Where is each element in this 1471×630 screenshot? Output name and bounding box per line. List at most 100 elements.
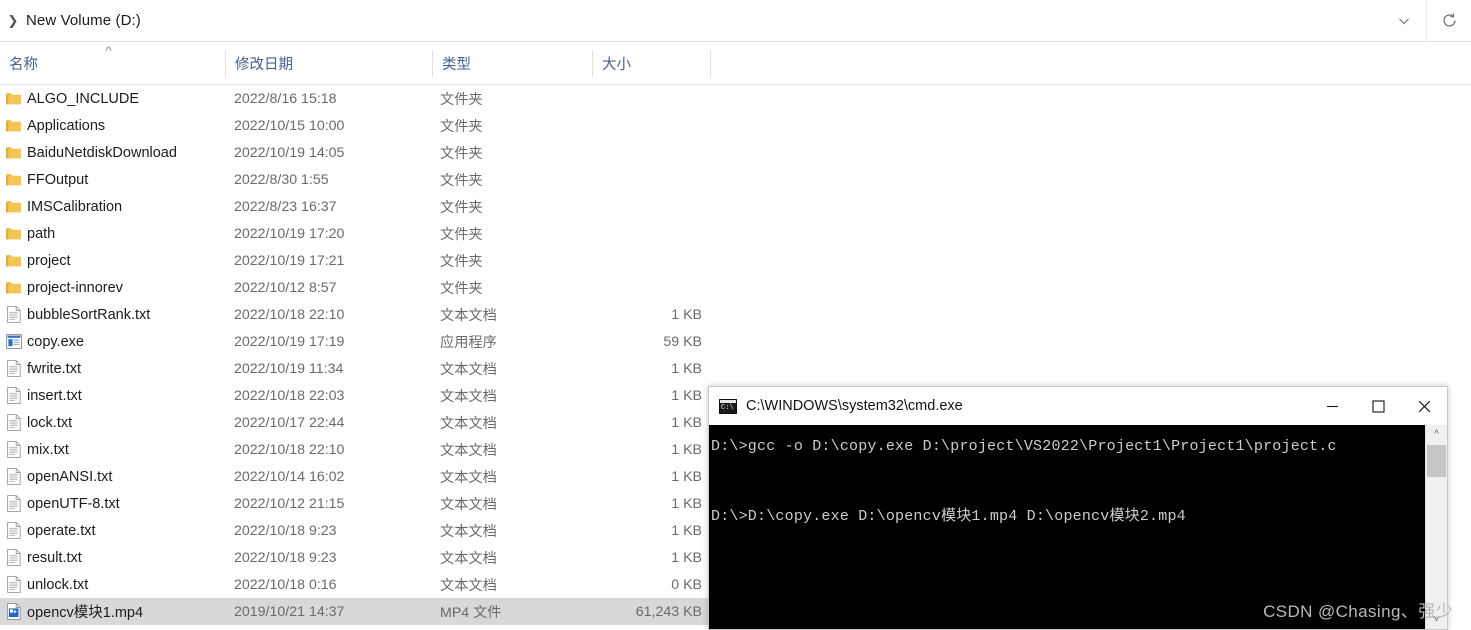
file-row[interactable]: BaiduNetdiskDownload 2022/10/19 14:05 文件夹 <box>0 139 711 166</box>
folder-icon <box>0 280 27 295</box>
maximize-icon <box>1371 399 1385 413</box>
file-type-cell: 文本文档 <box>440 361 497 378</box>
column-header-type-label: 类型 <box>442 56 471 73</box>
file-type-cell: 文本文档 <box>440 442 497 459</box>
chevron-up-icon[interactable]: ^ <box>1426 425 1447 444</box>
file-date-cell: 2022/10/14 16:02 <box>234 468 345 485</box>
cmd-window-controls <box>1309 387 1447 425</box>
file-size-cell: 1 KB <box>671 387 702 404</box>
scrollbar-thumb[interactable] <box>1427 445 1446 477</box>
address-bar[interactable]: ❯ New Volume (D:) <box>0 0 1471 42</box>
file-date-cell: 2022/10/18 22:10 <box>234 441 345 458</box>
file-row[interactable]: result.txt 2022/10/18 9:23 文本文档 1 KB <box>0 544 711 571</box>
file-row[interactable]: opencv模块1.mp4 2019/10/21 14:37 MP4 文件 61,24… <box>0 598 711 625</box>
close-button[interactable] <box>1401 387 1447 425</box>
file-row[interactable]: IMSCalibration 2022/8/23 16:37 文件夹 <box>0 193 711 220</box>
refresh-icon[interactable] <box>1427 0 1471 41</box>
file-row[interactable]: unlock.txt 2022/10/18 0:16 文本文档 0 KB <box>0 571 711 598</box>
file-type-cell: MP4 文件 <box>440 604 502 621</box>
column-header-type[interactable]: 类型 <box>433 42 592 84</box>
file-date-cell: 2022/8/30 1:55 <box>234 171 329 188</box>
file-row[interactable]: mix.txt 2022/10/18 22:10 文本文档 1 KB <box>0 436 711 463</box>
file-name-label: fwrite.txt <box>27 360 81 377</box>
file-name-cell: opencv模块1.mp4 <box>0 598 225 625</box>
file-name-label: IMSCalibration <box>27 198 123 215</box>
file-date-cell: 2022/10/12 21:15 <box>234 495 345 512</box>
chevron-right-icon[interactable]: ❯ <box>0 14 26 27</box>
file-row[interactable]: FFOutput 2022/8/30 1:55 文件夹 <box>0 166 711 193</box>
file-size-cell: 1 KB <box>671 360 702 377</box>
column-header-date-label: 修改日期 <box>235 56 293 73</box>
file-name-cell: path <box>0 220 225 247</box>
file-name-cell: project <box>0 247 225 274</box>
file-date-cell: 2022/10/19 17:20 <box>234 225 345 242</box>
file-type-cell: 文件夹 <box>440 253 483 270</box>
file-row[interactable]: copy.exe 2022/10/19 17:19 应用程序 59 KB <box>0 328 711 355</box>
cmd-title-bar[interactable]: C:\WINDOWS\system32\cmd.exe <box>709 387 1447 426</box>
close-icon <box>1418 400 1430 412</box>
file-row[interactable]: operate.txt 2022/10/18 9:23 文本文档 1 KB <box>0 517 711 544</box>
file-date-cell: 2022/10/18 22:10 <box>234 306 345 323</box>
file-row[interactable]: openANSI.txt 2022/10/14 16:02 文本文档 1 KB <box>0 463 711 490</box>
folder-icon <box>0 118 27 133</box>
minimize-button[interactable] <box>1309 387 1355 425</box>
folder-icon <box>0 253 27 268</box>
file-size-cell: 1 KB <box>671 522 702 539</box>
file-date-cell: 2022/8/23 16:37 <box>234 198 337 215</box>
file-name-cell: openUTF-8.txt <box>0 490 225 517</box>
text-file-icon <box>0 306 27 323</box>
file-name-label: result.txt <box>27 549 82 566</box>
file-row[interactable]: project-innorev 2022/10/12 8:57 文件夹 <box>0 274 711 301</box>
folder-icon <box>0 91 27 106</box>
file-type-cell: 文本文档 <box>440 307 497 324</box>
file-name-label: ALGO_INCLUDE <box>27 90 140 107</box>
file-name-label: path <box>27 225 56 242</box>
file-name-cell: lock.txt <box>0 409 225 436</box>
text-file-icon <box>0 495 27 512</box>
file-size-cell: 1 KB <box>671 495 702 512</box>
column-header-row: 名称 修改日期 类型 大小 <box>0 42 1471 85</box>
maximize-button[interactable] <box>1355 387 1401 425</box>
file-name-label: unlock.txt <box>27 576 89 593</box>
file-name-cell: fwrite.txt <box>0 355 225 382</box>
file-type-cell: 文本文档 <box>440 577 497 594</box>
file-name-cell: bubbleSortRank.txt <box>0 301 225 328</box>
file-row[interactable]: ALGO_INCLUDE 2022/8/16 15:18 文件夹 <box>0 85 711 112</box>
file-size-cell: 61,243 KB <box>635 603 702 620</box>
file-row[interactable]: Applications 2022/10/15 10:00 文件夹 <box>0 112 711 139</box>
chevron-down-icon[interactable] <box>1382 0 1426 41</box>
file-type-cell: 文本文档 <box>440 415 497 432</box>
column-divider[interactable] <box>710 50 711 77</box>
file-type-cell: 文件夹 <box>440 91 483 108</box>
file-row[interactable]: project 2022/10/19 17:21 文件夹 <box>0 247 711 274</box>
file-row[interactable]: bubbleSortRank.txt 2022/10/18 22:10 文本文档 1 … <box>0 301 711 328</box>
cmd-window[interactable]: C:\WINDOWS\system32\cmd.exe D:\>gcc -o D… <box>708 386 1448 630</box>
file-date-cell: 2022/10/15 10:00 <box>234 117 345 134</box>
file-size-cell: 1 KB <box>671 306 702 323</box>
refresh-glyph <box>1442 13 1456 27</box>
file-row[interactable]: fwrite.txt 2022/10/19 11:34 文本文档 1 KB <box>0 355 711 382</box>
file-date-cell: 2022/10/19 14:05 <box>234 144 345 161</box>
address-bar-actions <box>1382 0 1471 41</box>
file-name-label: mix.txt <box>27 441 69 458</box>
folder-icon <box>0 145 27 160</box>
file-name-label: BaiduNetdiskDownload <box>27 144 177 161</box>
file-row[interactable]: path 2022/10/19 17:20 文件夹 <box>0 220 711 247</box>
file-row[interactable]: lock.txt 2022/10/17 22:44 文本文档 1 KB <box>0 409 711 436</box>
file-type-cell: 文件夹 <box>440 226 483 243</box>
file-name-cell: result.txt <box>0 544 225 571</box>
file-type-cell: 文件夹 <box>440 145 483 162</box>
file-name-label: project-innorev <box>27 279 123 296</box>
file-row[interactable]: openUTF-8.txt 2022/10/12 21:15 文本文档 1 KB <box>0 490 711 517</box>
file-date-cell: 2022/10/19 17:21 <box>234 252 345 269</box>
folder-icon <box>0 172 27 187</box>
file-name-label: FFOutput <box>27 171 89 188</box>
file-type-cell: 文本文档 <box>440 469 497 486</box>
file-date-cell: 2022/10/18 0:16 <box>234 576 337 593</box>
file-row[interactable]: insert.txt 2022/10/18 22:03 文本文档 1 KB <box>0 382 711 409</box>
file-type-cell: 文本文档 <box>440 550 497 567</box>
file-name-label: insert.txt <box>27 387 82 404</box>
column-header-size[interactable]: 大小 <box>593 42 710 84</box>
column-header-date[interactable]: 修改日期 <box>226 42 432 84</box>
column-header-name[interactable]: 名称 <box>0 42 225 84</box>
